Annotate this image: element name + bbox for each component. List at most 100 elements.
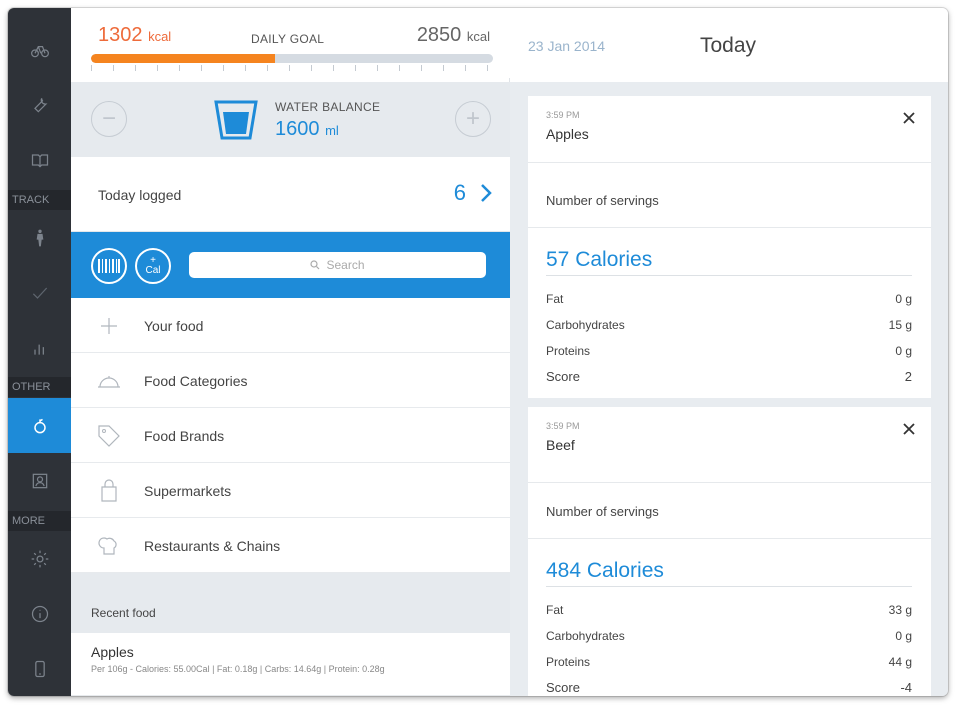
profile-icon <box>32 473 47 488</box>
diary-header: 23 Jan 2014 Today <box>510 8 948 82</box>
nutrient-label: Fat <box>546 603 564 617</box>
menu-item-label: Supermarkets <box>144 483 232 499</box>
goal-unit: kcal <box>466 29 490 44</box>
nutrient-row-fat: Fat 33 g <box>546 603 912 617</box>
search-toolbar: + Cal Search <box>71 232 510 298</box>
diary-panel: 23 Jan 2014 Today 3:59 PM Apples Number … <box>510 8 948 696</box>
nutrient-row-carbohydrates: Carbohydrates 0 g <box>546 629 912 643</box>
water-decrease-button[interactable]: − <box>91 101 127 137</box>
nutrient-value: -4 <box>900 680 912 695</box>
entry-food-name: Beef <box>546 437 575 453</box>
app-window: TRACK OTHER MORE 1302 kcal DAILY GOAL 28… <box>8 8 948 696</box>
menu-item-food-categories[interactable]: Food Categories <box>71 353 510 408</box>
search-placeholder: Search <box>326 258 365 272</box>
phone-icon <box>34 660 45 677</box>
water-increase-button[interactable]: + <box>455 101 491 137</box>
calorie-progress-fill <box>91 54 275 63</box>
entry-time: 3:59 PM <box>546 110 580 120</box>
sidebar-section-more: MORE <box>8 511 71 531</box>
number-of-servings[interactable]: Number of servings <box>546 193 659 208</box>
nutrient-value: 15 g <box>888 318 912 332</box>
close-icon[interactable] <box>901 110 917 126</box>
today-logged-label: Today logged <box>98 187 182 203</box>
sidebar-section-other: OTHER <box>8 377 71 397</box>
menu-item-label: Your food <box>144 318 204 334</box>
nutrient-label: Proteins <box>546 344 591 358</box>
chef-hat-icon <box>98 537 117 555</box>
search-input[interactable]: Search <box>189 252 486 278</box>
card-divider <box>528 227 931 228</box>
settings-icon <box>31 550 48 567</box>
entry-food-name: Apples <box>546 126 589 142</box>
quick-calories-button[interactable]: + Cal <box>135 248 171 284</box>
book-icon <box>31 153 48 168</box>
menu-item-your-food[interactable]: Your food <box>71 298 510 353</box>
chevron-right-icon <box>481 184 492 202</box>
food-panel: 1302 kcal DAILY GOAL 2850 kcal − WATER B… <box>71 8 510 696</box>
nutrient-label: Score <box>546 369 580 384</box>
recent-food-item[interactable]: Apples Per 106g - Calories: 55.00Cal | F… <box>71 633 510 696</box>
sidebar-item-food[interactable] <box>8 398 71 453</box>
sidebar-item-tools[interactable] <box>8 77 71 132</box>
menu-item-label: Food Brands <box>144 428 225 444</box>
nutrient-value: 33 g <box>888 603 912 617</box>
calories-underline <box>546 275 912 276</box>
bar-chart-icon <box>33 344 44 355</box>
diary-date[interactable]: 23 Jan 2014 <box>528 38 605 54</box>
goal-value: 2850 <box>416 24 462 46</box>
nutrient-row-score: Score -4 <box>546 680 912 695</box>
sidebar-section-track: TRACK <box>8 190 71 210</box>
card-divider <box>528 538 931 539</box>
menu-item-restaurants[interactable]: Restaurants & Chains <box>71 518 510 573</box>
recent-food-detail: Per 106g - Calories: 55.00Cal | Fat: 0.1… <box>91 664 385 674</box>
sidebar-item-info[interactable] <box>8 586 71 641</box>
apple-icon <box>33 418 46 433</box>
nutrient-row-proteins: Proteins 44 g <box>546 655 912 669</box>
bag-icon <box>101 479 117 502</box>
quick-calories-label: Cal <box>145 265 161 276</box>
sidebar-item-profile[interactable] <box>8 453 71 508</box>
food-entry-card: 3:59 PM Apples Number of servings 57 Cal… <box>528 96 931 398</box>
progress-ticks <box>91 65 493 71</box>
sidebar-item-settings[interactable] <box>8 531 71 586</box>
nutrient-label: Carbohydrates <box>546 318 625 332</box>
search-icon <box>310 260 320 270</box>
number-of-servings[interactable]: Number of servings <box>546 504 659 519</box>
wrench-icon <box>33 97 47 113</box>
sidebar-item-book[interactable] <box>8 132 71 187</box>
nutrient-label: Carbohydrates <box>546 629 625 643</box>
water-amount: 1600 ml <box>275 118 339 141</box>
checkmark-icon <box>32 287 47 299</box>
close-icon[interactable] <box>901 421 917 437</box>
today-logged-row[interactable]: Today logged 6 <box>71 157 510 232</box>
daily-goal-label: DAILY GOAL <box>251 32 325 46</box>
card-divider <box>528 482 931 483</box>
sidebar-item-activity[interactable] <box>8 210 71 265</box>
sidebar-item-bike[interactable] <box>8 22 71 77</box>
sidebar-item-device[interactable] <box>8 641 71 696</box>
daily-goal: 1302 kcal DAILY GOAL 2850 kcal <box>71 8 510 78</box>
recent-food-header: Recent food <box>71 573 510 633</box>
water-balance: − WATER BALANCE 1600 ml + <box>71 82 510 157</box>
nutrient-value: 0 g <box>895 344 912 358</box>
water-balance-label: WATER BALANCE <box>275 100 381 114</box>
goal-calories: 2850 kcal <box>417 24 490 47</box>
calorie-progress-bar <box>91 54 493 63</box>
person-icon <box>36 229 43 246</box>
sidebar-item-stats[interactable] <box>8 320 71 375</box>
diary-title: Today <box>700 34 757 57</box>
menu-item-food-brands[interactable]: Food Brands <box>71 408 510 463</box>
nutrient-value: 0 g <box>895 292 912 306</box>
nutrient-row-score: Score 2 <box>546 369 912 384</box>
nutrient-value: 2 <box>904 369 912 384</box>
menu-item-supermarkets[interactable]: Supermarkets <box>71 463 510 518</box>
plus-icon <box>101 318 117 334</box>
menu-item-label: Restaurants & Chains <box>144 538 281 554</box>
dish-icon <box>98 376 120 388</box>
card-divider <box>528 162 931 163</box>
menu-item-label: Food Categories <box>144 373 248 389</box>
entry-calories: 57 Calories <box>546 248 653 271</box>
water-value: 1600 <box>275 118 320 140</box>
sidebar-item-check[interactable] <box>8 265 71 320</box>
barcode-scan-button[interactable] <box>91 248 127 284</box>
